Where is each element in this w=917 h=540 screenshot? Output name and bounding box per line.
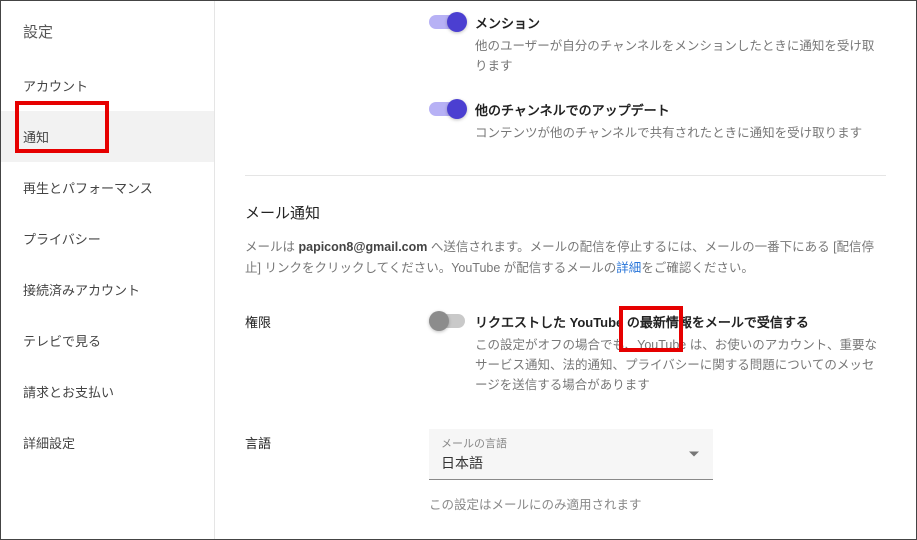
mention-desc: 他のユーザーが自分のチャンネルをメンションしたときに通知を受け取ります <box>475 36 886 76</box>
spacer <box>245 1 429 155</box>
email-desc-prefix: メールは <box>245 240 298 254</box>
permission-toggle-desc: この設定がオフの場合でも、YouTube は、お使いのアカウント、重要なサービス… <box>475 335 886 395</box>
other-channel-desc: コンテンツが他のチャンネルで共有されたときに通知を受け取ります <box>475 123 886 143</box>
language-label: 言語 <box>245 429 429 513</box>
language-select-value: 日本語 <box>441 453 701 473</box>
sidebar-item-advanced[interactable]: 詳細設定 <box>1 417 214 468</box>
sidebar-title: 設定 <box>1 11 214 60</box>
sidebar-item-watch-on-tv[interactable]: テレビで見る <box>1 315 214 366</box>
sidebar-item-billing[interactable]: 請求とお支払い <box>1 366 214 417</box>
mention-title: メンション <box>475 13 886 32</box>
email-language-select[interactable]: メールの言語 日本語 <box>429 429 713 480</box>
email-section-heading: メール通知 <box>245 202 886 223</box>
toggle-email-updates[interactable] <box>429 314 465 328</box>
section-divider <box>245 175 886 176</box>
email-details-link[interactable]: 詳細 <box>616 261 641 275</box>
sidebar-item-connected-accounts[interactable]: 接続済みアカウント <box>1 264 214 315</box>
settings-sidebar: 設定 アカウント 通知 再生とパフォーマンス プライバシー 接続済みアカウント … <box>1 1 215 539</box>
email-section-desc: メールは papicon8@gmail.com へ送信されます。メールの配信を停… <box>245 237 886 280</box>
language-note: この設定はメールにのみ適用されます <box>429 494 886 513</box>
permission-toggle-title: リクエストした YouTube の最新情報をメールで受信する <box>475 312 886 331</box>
other-channel-title: 他のチャンネルでのアップデート <box>475 100 886 119</box>
sidebar-item-notifications[interactable]: 通知 <box>1 111 214 162</box>
sidebar-item-privacy[interactable]: プライバシー <box>1 213 214 264</box>
main-content: メンション 他のユーザーが自分のチャンネルをメンションしたときに通知を受け取りま… <box>215 1 916 539</box>
sidebar-item-account[interactable]: アカウント <box>1 60 214 111</box>
toggle-other-channel-updates[interactable] <box>429 102 465 116</box>
chevron-down-icon <box>689 451 699 456</box>
email-address: papicon8@gmail.com <box>298 240 427 254</box>
email-desc-suffix: をご確認ください。 <box>641 261 754 275</box>
permission-label: 権限 <box>245 308 429 395</box>
sidebar-item-playback[interactable]: 再生とパフォーマンス <box>1 162 214 213</box>
toggle-mention[interactable] <box>429 15 465 29</box>
language-select-caption: メールの言語 <box>441 435 701 451</box>
